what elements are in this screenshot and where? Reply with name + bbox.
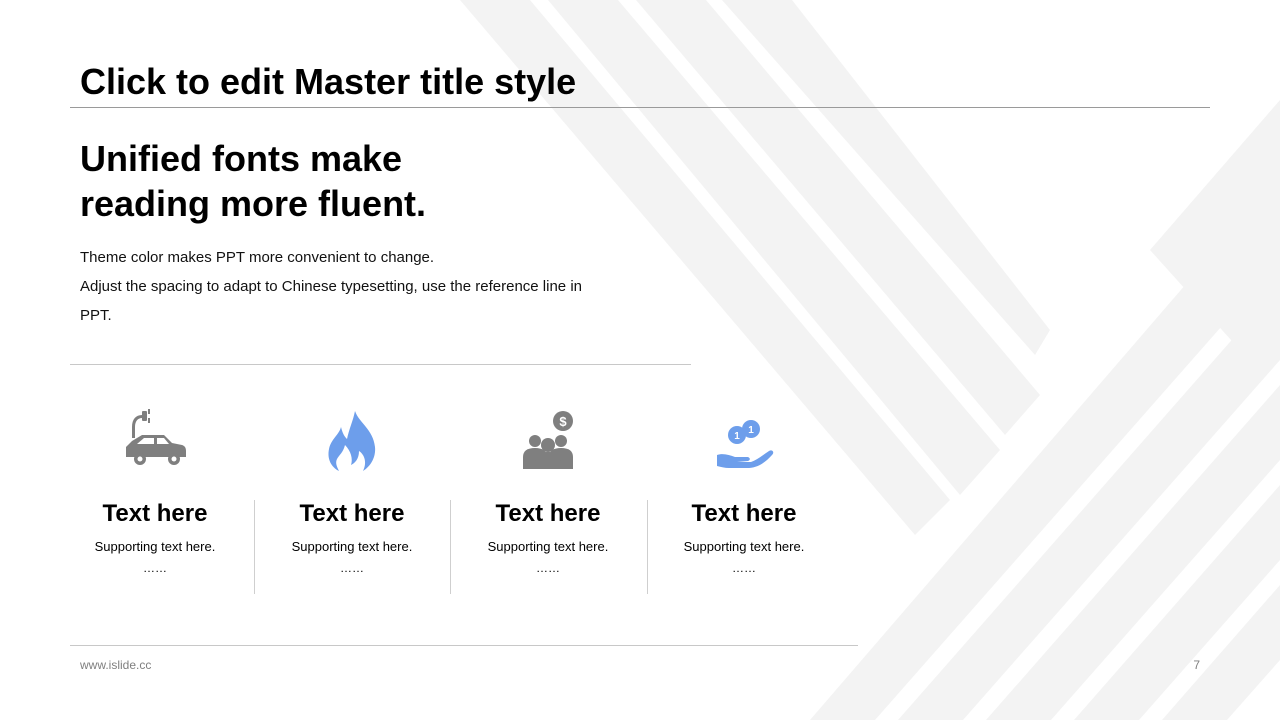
feature-ellipsis: ……	[340, 561, 364, 575]
feature-ellipsis: ……	[732, 561, 756, 575]
feature-subtitle: Supporting text here.	[291, 539, 413, 554]
footer-divider	[70, 645, 858, 646]
flame-icon	[328, 411, 376, 471]
feature-subtitle: Supporting text here.	[94, 539, 216, 554]
feature-subtitle: Supporting text here.	[487, 539, 609, 554]
feature-item-4: 1 1 Text here Supporting text here. ……	[646, 405, 842, 576]
headline-line-1: Unified fonts make	[80, 138, 403, 179]
footer-url: www.islide.cc	[80, 658, 152, 672]
feature-ellipsis: ……	[536, 561, 560, 575]
svg-text:1: 1	[748, 425, 754, 436]
feature-title: Text here	[691, 500, 797, 527]
feature-title: Text here	[299, 500, 405, 527]
feature-ellipsis: ……	[143, 561, 167, 575]
people-money-icon: $	[523, 411, 573, 469]
feature-item-1: Text here Supporting text here. ……	[57, 405, 253, 576]
feature-title: Text here	[102, 500, 208, 527]
feature-title: Text here	[495, 500, 601, 527]
feature-subtitle: Supporting text here.	[683, 539, 805, 554]
headline: Unified fonts make reading more fluent.	[80, 136, 426, 226]
headline-line-2: reading more fluent.	[80, 183, 427, 224]
title-divider	[70, 107, 1210, 108]
electric-car-icon	[126, 409, 186, 465]
body-line-2: Adjust the spacing to adapt to Chinese t…	[80, 278, 582, 324]
feature-item-3: $ Text here Supporting text here. ……	[450, 405, 646, 576]
page-number: 7	[1193, 658, 1200, 672]
body-text: Theme color makes PPT more convenient to…	[80, 243, 600, 330]
slide: Click to edit Master title style Unified…	[0, 0, 1280, 720]
coins-hand-icon: 1 1	[717, 420, 774, 468]
body-line-1: Theme color makes PPT more convenient to…	[80, 249, 435, 266]
svg-text:$: $	[559, 414, 567, 429]
slide-title[interactable]: Click to edit Master title style	[80, 60, 576, 104]
feature-item-2: Text here Supporting text here. ……	[254, 405, 450, 576]
diagonal-stripes-background	[460, 0, 1280, 720]
section-divider	[70, 364, 691, 365]
svg-text:1: 1	[734, 431, 740, 442]
